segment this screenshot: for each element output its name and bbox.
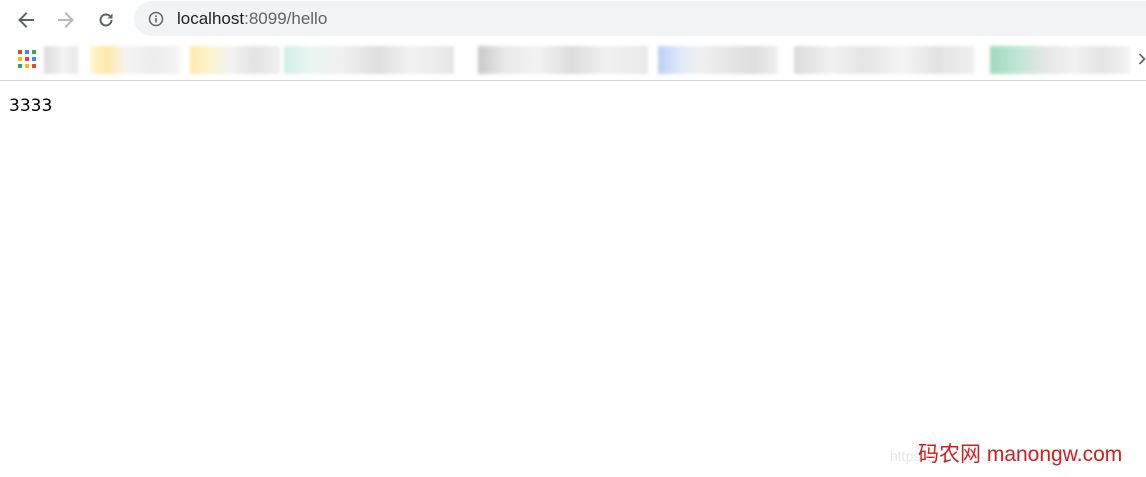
bookmark-item[interactable]: [190, 46, 280, 74]
bookmark-item[interactable]: [284, 46, 454, 74]
info-icon[interactable]: [148, 11, 164, 27]
bookmark-item[interactable]: [44, 46, 78, 74]
bookmark-item[interactable]: [658, 46, 778, 74]
bookmark-item[interactable]: [990, 46, 1130, 74]
address-bar[interactable]: localhost:8099/hello: [134, 1, 1146, 36]
url-path: :8099/hello: [244, 8, 328, 28]
bookmark-item[interactable]: [90, 46, 180, 74]
watermark-text: 码农网 manongw.com: [918, 443, 1123, 466]
back-button[interactable]: [12, 6, 40, 34]
reload-icon: [96, 10, 116, 30]
arrow-right-icon: [56, 10, 76, 30]
url-host: localhost: [177, 8, 245, 28]
bookmark-item[interactable]: [478, 46, 648, 74]
bookmarks-bar: [0, 40, 1146, 81]
watermark: https:// 码农网 manongw.com: [890, 438, 1142, 468]
page-content: 3333 https:// 码农网 manongw.com: [0, 82, 1146, 477]
reload-button[interactable]: [92, 6, 120, 34]
apps-grid-icon[interactable]: [18, 50, 36, 68]
arrow-left-icon: [16, 10, 36, 30]
bookmark-item[interactable]: [794, 46, 974, 74]
page-body-text: 3333: [9, 96, 53, 116]
url-text: localhost:8099/hello: [177, 9, 327, 29]
forward-button[interactable]: [52, 6, 80, 34]
chevron-right-icon[interactable]: [1138, 52, 1146, 68]
browser-window: localhost:8099/hello 3333 https:// 码农网 m…: [0, 0, 1146, 477]
browser-toolbar: localhost:8099/hello: [0, 0, 1146, 40]
